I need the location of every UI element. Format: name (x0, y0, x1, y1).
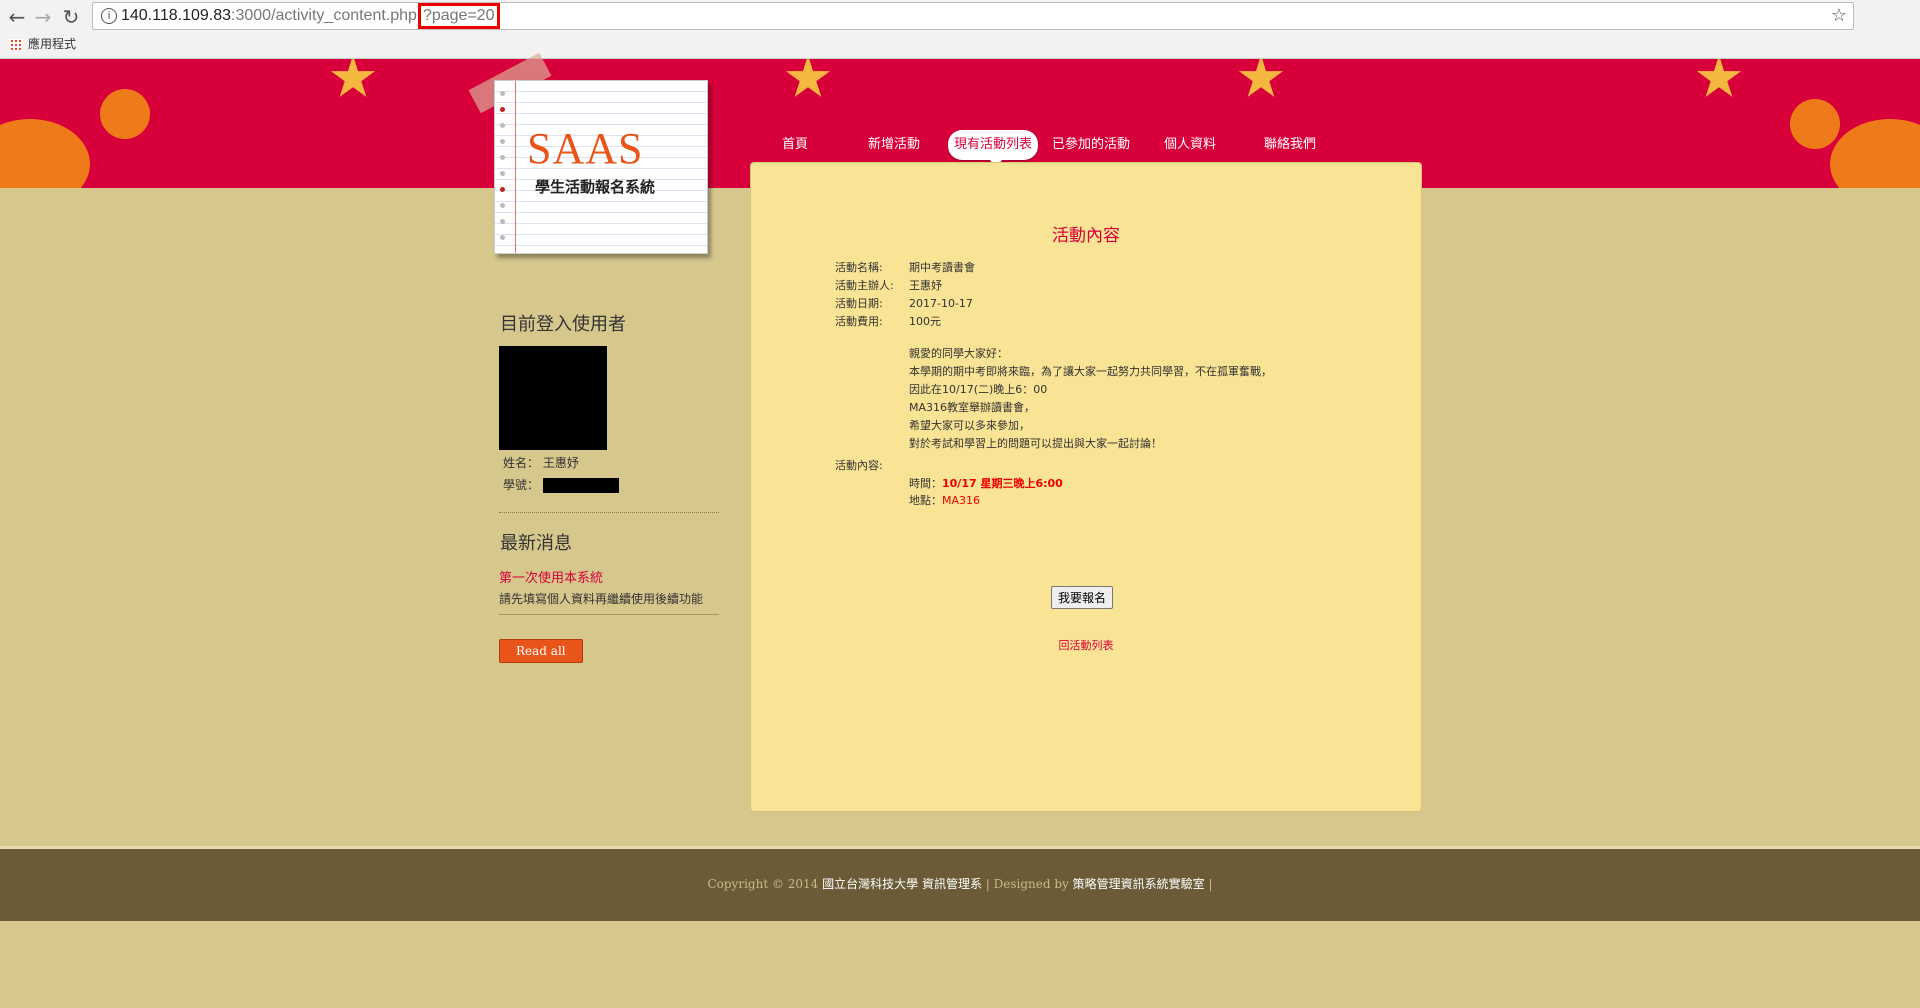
footer: Copyright © 2014 國立台灣科技大學 資訊管理系 | Design… (0, 846, 1920, 921)
field-name-label: 活動名稱: (835, 261, 883, 274)
field-name: 活動名稱: 期中考讀書會 (835, 259, 975, 275)
forward-arrow-icon[interactable]: → (30, 4, 56, 30)
field-organizer-label: 活動主辦人: (835, 279, 894, 292)
signup-button[interactable]: 我要報名 (1051, 586, 1114, 609)
place-value: MA316 (942, 494, 981, 507)
current-user-heading: 目前登入使用者 (500, 314, 626, 335)
swirl-decoration (1830, 119, 1920, 188)
footer-copyright: Copyright © 2014 (707, 877, 819, 891)
name-label: 姓名： (503, 456, 540, 470)
footer-school: 國立台灣科技大學 資訊管理系 (822, 877, 982, 891)
redacted-id (543, 478, 620, 493)
field-date-value: 2017-10-17 (909, 297, 973, 310)
logo-subtitle: 學生活動報名系統 (535, 178, 656, 196)
star-decoration-icon (785, 59, 831, 97)
description-line: 因此在10/17(二)晚上6：00 (909, 383, 1048, 396)
activity-panel: 活動內容 活動名稱: 期中考讀書會 活動主辦人: 王惠妤 活動日期: 2017-10-… (750, 162, 1422, 812)
field-date: 活動日期: 2017-10-17 (835, 295, 973, 311)
field-fee: 活動費用: 100元 (835, 313, 941, 329)
nav-joined-activities[interactable]: 已參加的活動 (1052, 130, 1130, 160)
detail-place: 地點：MA316 (909, 492, 980, 508)
bookmark-apps-label[interactable]: 應用程式 (28, 37, 76, 51)
sidebar: 目前登入使用者 姓名： 王惠妤 學號： 最新消息 第一次使用本系統 請先填寫個人… (499, 310, 719, 663)
news-item-body: 請先填寫個人資料再繼續使用後續功能 (499, 592, 704, 606)
nav-home[interactable]: 首頁 (782, 130, 808, 160)
url-path: :3000/activity_content.php (231, 7, 417, 24)
browser-chrome: ← → ↻ i 140.118.109.83:3000/activity_con… (0, 0, 1920, 59)
field-content-label: 活動內容: (835, 459, 883, 472)
nav-activity-list[interactable]: 現有活動列表 (948, 130, 1039, 168)
description-line: 本學期的期中考即將來臨，為了讓大家一起努力共同學習，不在孤軍奮戰， (909, 365, 1272, 378)
bookmark-star-icon[interactable]: ☆ (1831, 3, 1847, 29)
field-fee-label: 活動費用: (835, 315, 883, 328)
user-name-line: 姓名： 王惠妤 (503, 454, 719, 472)
description-line: 對於考試和學習上的問題可以提出與大家一起討論！ (909, 437, 1162, 450)
name-value: 王惠妤 (542, 456, 579, 470)
back-to-list-link[interactable]: 回活動列表 (751, 637, 1421, 653)
field-organizer: 活動主辦人: 王惠妤 (835, 277, 942, 293)
field-organizer-value: 王惠妤 (909, 279, 942, 292)
star-decoration-icon (1696, 59, 1742, 97)
news-divider (499, 614, 719, 615)
user-id-line: 學號： (503, 476, 719, 494)
logo-margin-line (515, 81, 516, 253)
address-bar[interactable]: i 140.118.109.83:3000/activity_content.p… (92, 2, 1854, 30)
activity-description: 親愛的同學大家好： 本學期的期中考即將來臨，為了讓大家一起努力共同學習，不在孤軍… (909, 345, 1272, 453)
footer-lab: 策略管理資訊系統實驗室 (1072, 877, 1205, 891)
sidebar-divider (499, 512, 719, 513)
footer-separator: | Designed by (981, 877, 1073, 891)
time-label: 時間： (909, 477, 942, 490)
news-heading: 最新消息 (500, 533, 572, 554)
url-host: 140.118.109.83 (121, 7, 232, 24)
field-date-label: 活動日期: (835, 297, 883, 310)
info-icon[interactable]: i (101, 8, 117, 24)
description-line: 希望大家可以多來參加， (909, 419, 1030, 432)
news-item-title[interactable]: 第一次使用本系統 (499, 567, 719, 586)
time-value: 10/17 星期三晚上6:00 (942, 477, 1063, 490)
star-decoration-icon (1238, 59, 1284, 97)
nav-contact[interactable]: 聯絡我們 (1264, 130, 1316, 160)
url-query-highlight: ?page=20 (417, 3, 500, 29)
reload-icon[interactable]: ↻ (58, 4, 84, 30)
nav-profile[interactable]: 個人資料 (1164, 130, 1216, 160)
url-text: 140.118.109.83:3000/activity_content.php… (121, 3, 500, 29)
field-fee-value: 100元 (909, 315, 941, 328)
star-decoration-icon (330, 59, 376, 97)
field-name-value: 期中考讀書會 (909, 261, 975, 274)
logo-title: SAAS (527, 124, 644, 173)
apps-grid-icon[interactable] (10, 38, 22, 51)
place-label: 地點： (909, 494, 942, 507)
description-line: MA316教室舉辦讀書會， (909, 401, 1036, 414)
nav-add-activity[interactable]: 新增活動 (868, 130, 920, 160)
back-arrow-icon[interactable]: ← (4, 4, 30, 30)
site-logo[interactable]: SAAS 學生活動報名系統 (494, 80, 708, 254)
read-all-button[interactable]: Read all (499, 639, 583, 663)
footer-text: Copyright © 2014 國立台灣科技大學 資訊管理系 | Design… (0, 875, 1920, 892)
logo-holes (500, 91, 505, 251)
swirl-decoration (0, 119, 90, 188)
activity-heading: 活動內容 (1052, 226, 1120, 246)
detail-time: 時間：10/17 星期三晚上6:00 (909, 475, 1063, 491)
avatar (499, 346, 607, 450)
footer-separator-end: | (1204, 877, 1213, 891)
swirl-decoration (100, 89, 150, 139)
bookmarks-bar: 應用程式 (10, 34, 76, 54)
swirl-decoration (1790, 99, 1840, 149)
id-label: 學號： (503, 478, 540, 492)
description-line: 親愛的同學大家好： (909, 347, 1008, 360)
